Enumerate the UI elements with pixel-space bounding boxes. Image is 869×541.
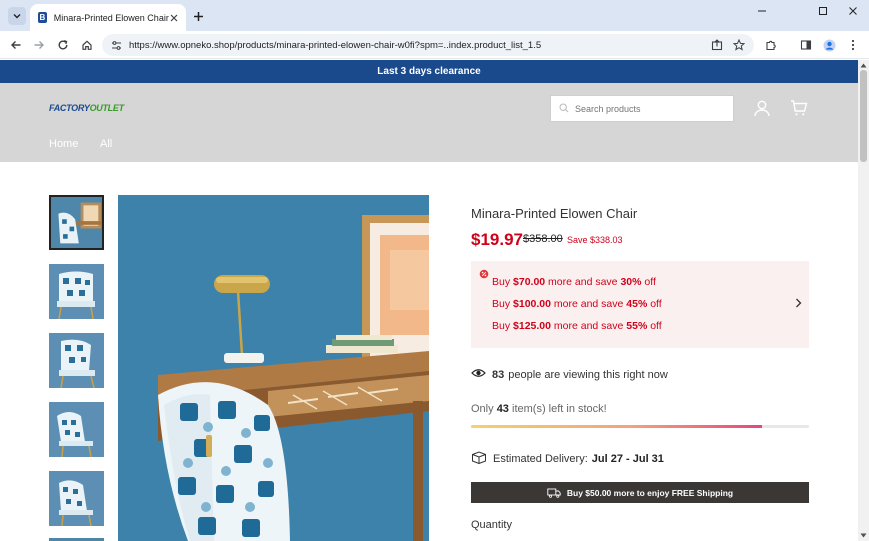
scroll-down-arrow-icon[interactable] bbox=[860, 532, 867, 538]
announcement-bar: Last 3 days clearance bbox=[0, 60, 858, 83]
delivery-label: Estimated Delivery: bbox=[493, 453, 588, 465]
chevron-right-icon[interactable] bbox=[793, 298, 803, 308]
store-logo[interactable]: FACTORYOUTLET bbox=[49, 103, 124, 113]
browser-tab[interactable]: B Minara-Printed Elowen Chair bbox=[30, 4, 186, 31]
reload-icon[interactable] bbox=[55, 37, 71, 53]
browser-menu-kebab-icon[interactable] bbox=[845, 37, 861, 53]
site-favicon-icon: B bbox=[38, 12, 47, 23]
close-tab-icon[interactable] bbox=[169, 11, 180, 25]
minimize-window-icon[interactable] bbox=[752, 4, 772, 18]
search-box[interactable] bbox=[550, 95, 734, 122]
bookmark-star-icon[interactable] bbox=[732, 38, 746, 52]
volume-discount-box[interactable]: Buy $70.00 more and save 30% off Buy $10… bbox=[471, 261, 809, 348]
quantity-label: Quantity bbox=[471, 519, 512, 531]
scrollbar-thumb[interactable] bbox=[860, 70, 867, 162]
home-icon[interactable] bbox=[79, 37, 95, 53]
site-header: FACTORYOUTLET Home All bbox=[0, 83, 858, 162]
discount-badge-icon bbox=[479, 269, 489, 279]
browser-toolbar: https://www.opneko.shop/products/minara-… bbox=[0, 31, 869, 59]
page-scrollbar[interactable] bbox=[858, 60, 869, 541]
account-user-icon[interactable] bbox=[752, 98, 772, 118]
maximize-window-icon[interactable] bbox=[813, 4, 833, 18]
page-viewport: Last 3 days clearance FACTORYOUTLET Home… bbox=[0, 60, 858, 541]
browser-tab-strip: B Minara-Printed Elowen Chair bbox=[0, 0, 869, 31]
tab-search-chevron-icon[interactable] bbox=[8, 7, 26, 25]
nav-link-all[interactable]: All bbox=[100, 138, 112, 150]
estimated-delivery: Estimated Delivery: Jul 27 - Jul 31 bbox=[471, 451, 664, 467]
close-window-icon[interactable] bbox=[843, 4, 863, 18]
promo-tier-3: Buy $125.00 more and save 55% off bbox=[492, 320, 662, 332]
product-price: $19.97 bbox=[471, 230, 523, 249]
gallery-thumbnail-2[interactable] bbox=[49, 264, 104, 319]
gallery-thumbnail-4[interactable] bbox=[49, 402, 104, 457]
eye-icon bbox=[471, 368, 486, 381]
delivery-box-icon bbox=[471, 451, 487, 467]
save-amount: Save $338.03 bbox=[567, 235, 623, 245]
viewer-count: 83 bbox=[492, 368, 505, 381]
logo-text-main: FACTORY bbox=[49, 103, 90, 113]
gallery-thumbnail-1[interactable] bbox=[49, 195, 104, 250]
shopping-cart-icon[interactable] bbox=[789, 98, 809, 118]
compare-at-price: $358.00 bbox=[523, 233, 563, 245]
search-input[interactable] bbox=[575, 103, 725, 114]
truck-icon bbox=[547, 488, 561, 498]
logo-text-accent: OUTLET bbox=[89, 103, 125, 113]
shipping-text: Buy $50.00 more to enjoy FREE Shipping bbox=[566, 487, 734, 498]
profile-avatar-icon[interactable] bbox=[821, 37, 837, 53]
new-tab-plus-icon[interactable] bbox=[190, 8, 206, 24]
free-shipping-banner: Buy $50.00 more to enjoy FREE Shipping bbox=[471, 482, 809, 503]
url-text[interactable]: https://www.opneko.shop/products/minara-… bbox=[129, 40, 710, 51]
stock-notice: Only 43 item(s) left in stock! bbox=[471, 403, 607, 415]
search-icon bbox=[559, 100, 569, 118]
share-icon[interactable] bbox=[710, 38, 724, 52]
live-viewers: 83 people are viewing this right now bbox=[471, 368, 668, 381]
stock-count: 43 bbox=[496, 403, 509, 415]
promo-tier-1: Buy $70.00 more and save 30% off bbox=[492, 276, 656, 288]
back-arrow-icon[interactable] bbox=[8, 37, 24, 53]
delivery-dates: Jul 27 - Jul 31 bbox=[591, 453, 664, 465]
scroll-up-arrow-icon[interactable] bbox=[860, 62, 867, 68]
gallery-thumbnail-5[interactable] bbox=[49, 471, 104, 526]
product-title: Minara-Printed Elowen Chair bbox=[471, 206, 638, 221]
promo-tier-2: Buy $100.00 more and save 45% off bbox=[492, 298, 662, 310]
address-bar[interactable]: https://www.opneko.shop/products/minara-… bbox=[102, 34, 754, 56]
stock-progress-bar bbox=[471, 425, 809, 428]
viewer-text: people are viewing this right now bbox=[508, 368, 668, 381]
forward-arrow-icon[interactable] bbox=[31, 37, 47, 53]
site-info-tune-icon[interactable] bbox=[109, 38, 123, 52]
side-panel-icon[interactable] bbox=[798, 37, 814, 53]
main-product-image[interactable] bbox=[118, 195, 429, 541]
nav-link-home[interactable]: Home bbox=[49, 138, 78, 150]
extensions-puzzle-icon[interactable] bbox=[763, 37, 779, 53]
tab-title: Minara-Printed Elowen Chair bbox=[53, 12, 169, 23]
stock-progress-fill bbox=[471, 425, 762, 428]
gallery-thumbnail-3[interactable] bbox=[49, 333, 104, 388]
